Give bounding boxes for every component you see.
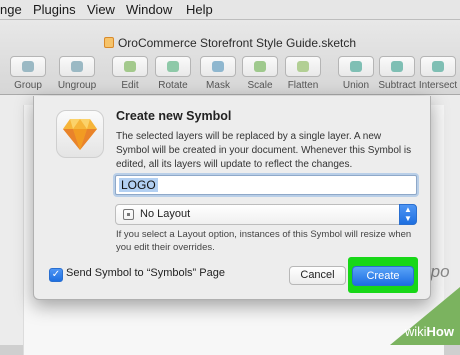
toolbar-union-button[interactable]: Union <box>334 56 378 98</box>
intersect-icon <box>432 61 444 72</box>
window-titlebar: OroCommerce Storefront Style Guide.sketc… <box>0 20 460 95</box>
toolbar-mask-button[interactable]: Mask <box>196 56 240 98</box>
toolbar-edit-button[interactable]: Edit <box>108 56 152 98</box>
symbol-name-input[interactable]: LOGO <box>115 175 417 195</box>
toolbar-intersect-button[interactable]: Intersect <box>416 56 460 98</box>
mask-icon <box>212 61 224 72</box>
toolbar-rotate-button[interactable]: Rotate <box>150 56 196 98</box>
ungroup-icon <box>71 61 83 72</box>
toolbar-ungroup-button[interactable]: Ungroup <box>50 56 104 98</box>
layout-hint: If you select a Layout option, instances… <box>116 229 412 253</box>
dialog-title: Create new Symbol <box>116 109 232 123</box>
menu-item-plugins[interactable]: Plugins <box>33 2 76 17</box>
rotate-icon <box>167 61 179 72</box>
menu-item-change[interactable]: nge <box>0 2 22 17</box>
layout-select-value: No Layout <box>140 208 191 220</box>
create-symbol-dialog: Create new Symbol The selected layers wi… <box>33 96 431 300</box>
flatten-icon <box>297 61 309 72</box>
sketch-document-icon <box>103 37 114 48</box>
toolbar-group-button[interactable]: Group <box>4 56 52 98</box>
document-title: OroCommerce Storefront Style Guide.sketc… <box>0 36 460 50</box>
toolbar-flatten-button[interactable]: Flatten <box>280 56 326 98</box>
edit-icon <box>124 61 136 72</box>
sketch-app-icon <box>56 110 104 158</box>
group-icon <box>22 61 34 72</box>
subtract-icon <box>391 61 403 72</box>
dialog-description: The selected layers will be replaced by … <box>116 131 412 170</box>
menu-item-help[interactable]: Help <box>186 2 213 17</box>
toolbar-subtract-button[interactable]: Subtract <box>374 56 420 98</box>
union-icon <box>350 61 362 72</box>
layout-select[interactable]: No Layout ▲ ▼ <box>115 204 417 225</box>
wikihow-watermark: wikiHow <box>404 324 454 339</box>
cancel-button[interactable]: Cancel <box>289 266 346 285</box>
scale-icon <box>254 61 266 72</box>
layout-icon <box>123 209 134 220</box>
create-button[interactable]: Create <box>352 266 414 286</box>
toolbar-scale-button[interactable]: Scale <box>238 56 282 98</box>
menu-item-view[interactable]: View <box>87 2 115 17</box>
chevron-up-down-icon[interactable]: ▲ ▼ <box>399 204 417 225</box>
symbol-name-value: LOGO <box>119 178 158 192</box>
send-to-symbols-checkbox[interactable]: ✓ <box>49 268 63 282</box>
send-to-symbols-label[interactable]: Send Symbol to “Symbols” Page <box>66 267 225 279</box>
menu-bar: nge Plugins View Window Help <box>0 0 460 20</box>
menu-item-window[interactable]: Window <box>126 2 172 17</box>
